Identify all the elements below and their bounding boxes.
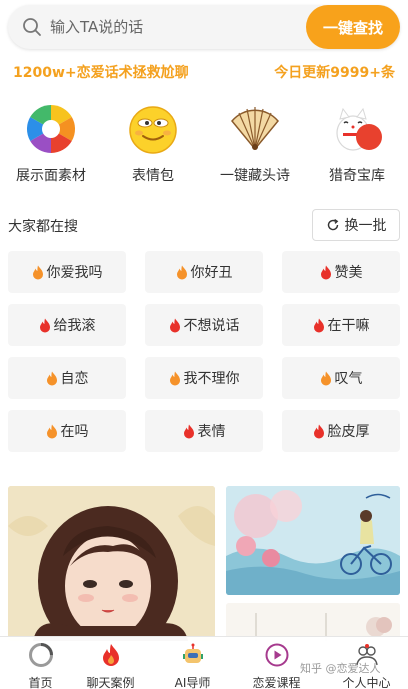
flame-icon: [169, 318, 180, 332]
hot-tag-label: 我不理你: [183, 371, 240, 387]
hot-search-title: 大家都在搜: [8, 219, 78, 235]
hot-tag-label: 给我滚: [53, 318, 96, 334]
hot-tag-label: 你好丑: [190, 265, 233, 281]
bicycle-illustration-image: [226, 486, 400, 595]
hot-tag-label: 脸皮厚: [327, 424, 370, 440]
hot-tag[interactable]: 赞美: [282, 251, 400, 293]
hot-tag-label: 叹气: [334, 371, 363, 387]
hot-tag[interactable]: 叹气: [282, 357, 400, 399]
hot-tag[interactable]: 你爱我吗: [8, 251, 126, 293]
hot-tag[interactable]: 不想说话: [145, 304, 263, 346]
watermark-text: 知乎 @恋爱达人: [300, 662, 381, 675]
flame-icon: [320, 265, 331, 279]
tab-ai-mentor[interactable]: AI导师: [152, 637, 233, 689]
hot-tag-label: 你爱我吗: [46, 265, 103, 281]
hot-tag-label: 表情: [197, 424, 226, 440]
flame-icon: [313, 424, 324, 438]
hot-tag-label: 在吗: [60, 424, 89, 440]
feature-emoji[interactable]: 表情包: [102, 103, 204, 185]
refresh-button[interactable]: 换一批: [312, 209, 400, 241]
feature-grid: 展示面素材 表情包 一键藏头诗 猎奇宝库: [0, 103, 408, 185]
play-circle-icon: [265, 643, 288, 667]
girl-illustration-image: [8, 486, 215, 641]
flame-icon: [46, 424, 57, 438]
hot-tag[interactable]: 自恋: [8, 357, 126, 399]
robot-icon: [182, 643, 203, 663]
hot-tag-label: 自恋: [60, 371, 89, 387]
hot-tag[interactable]: 表情: [145, 410, 263, 452]
refresh-icon: [327, 219, 338, 231]
hot-tag-label: 在干嘛: [327, 318, 370, 334]
hot-tag[interactable]: 你好丑: [145, 251, 263, 293]
folding-fan-icon: [231, 107, 279, 151]
emoji-icon: [129, 106, 177, 154]
tab-home[interactable]: 首页: [0, 637, 81, 689]
search-button[interactable]: 一键查找: [306, 5, 400, 49]
feature-curiosity[interactable]: 猎奇宝库: [306, 103, 408, 185]
hot-tag[interactable]: 在吗: [8, 410, 126, 452]
home-ring-icon: [28, 643, 53, 667]
hot-tag-label: 赞美: [334, 265, 363, 281]
feature-acrostic-poem[interactable]: 一键藏头诗: [204, 103, 306, 185]
lucky-cat-icon: [336, 107, 382, 151]
flame-icon: [32, 265, 43, 279]
illustration-card-bicycle[interactable]: [226, 486, 400, 595]
flame-icon: [176, 265, 187, 279]
illustration-card-girl[interactable]: [8, 486, 215, 641]
flame-icon: [39, 318, 50, 332]
promo-update-count: 今日更新9999+条: [274, 65, 395, 81]
tab-label: 个人中心: [342, 676, 391, 689]
flame-icon: [102, 644, 119, 666]
tab-label: 聊天案例: [86, 676, 135, 689]
flame-icon: [183, 424, 194, 438]
flame-icon: [313, 318, 324, 332]
tab-label: AI导师: [174, 676, 211, 689]
feature-label: 展示面素材: [16, 168, 86, 184]
refresh-label: 换一批: [344, 218, 387, 234]
hot-tag[interactable]: 给我滚: [8, 304, 126, 346]
search-input[interactable]: [50, 5, 300, 49]
search-icon: [23, 18, 41, 36]
hot-tag[interactable]: 在干嘛: [282, 304, 400, 346]
feature-material[interactable]: 展示面素材: [0, 103, 102, 185]
feature-label: 表情包: [132, 168, 174, 184]
tab-label: 首页: [28, 676, 53, 689]
hot-tag[interactable]: 脸皮厚: [282, 410, 400, 452]
search-bar: 一键查找: [8, 5, 400, 49]
flame-icon: [46, 371, 57, 385]
feature-label: 一键藏头诗: [220, 168, 290, 184]
aperture-icon: [26, 104, 76, 153]
flame-icon: [320, 371, 331, 385]
hot-tag-label: 不想说话: [183, 318, 240, 334]
flame-icon: [169, 371, 180, 385]
tab-label: 恋爱课程: [252, 676, 301, 689]
feature-label: 猎奇宝库: [329, 168, 385, 184]
tab-chat-cases[interactable]: 聊天案例: [70, 637, 151, 689]
hot-tag[interactable]: 我不理你: [145, 357, 263, 399]
promo-slogan: 1200w+恋爱话术拯救尬聊: [13, 65, 189, 81]
